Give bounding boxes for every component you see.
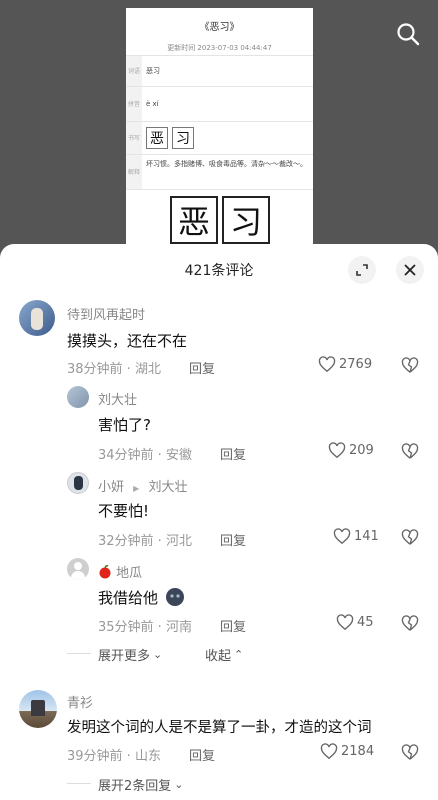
comment-meta: 39分钟前 · 山东 bbox=[67, 749, 161, 764]
doc-table: 词语 恶习 拼音 è xí 书写 恶 习 解释 坏习惯。多指赌博、吸食毒品等。清… bbox=[126, 55, 313, 190]
like-count: 209 bbox=[349, 443, 374, 458]
doc-title: 《恶习》 bbox=[199, 22, 240, 33]
avatar[interactable] bbox=[19, 690, 57, 728]
avatar[interactable] bbox=[67, 558, 89, 580]
black-face-emoji-icon bbox=[165, 588, 184, 606]
heart-icon bbox=[328, 442, 346, 459]
apple-icon bbox=[99, 565, 111, 579]
heart-icon bbox=[318, 356, 336, 373]
comment-username[interactable]: 待到风再起时 bbox=[67, 304, 145, 323]
broken-heart-icon[interactable] bbox=[401, 744, 419, 761]
reply-text: 不要怕! bbox=[98, 502, 150, 520]
doc-key: 书写 bbox=[126, 122, 142, 154]
doc-row-word: 词语 恶习 bbox=[126, 56, 313, 87]
char-box: 习 bbox=[172, 127, 194, 149]
collapse-label: 收起 bbox=[205, 649, 232, 664]
reply-target[interactable]: 刘大壮 bbox=[148, 480, 187, 495]
like-button[interactable]: 141 bbox=[333, 528, 379, 545]
close-button[interactable] bbox=[396, 256, 424, 284]
doc-value: 恶习 bbox=[146, 67, 160, 75]
chevron-down-icon: ⌄ bbox=[153, 648, 163, 661]
heart-icon bbox=[333, 528, 351, 545]
reply-button[interactable]: 回复 bbox=[189, 358, 215, 377]
divider bbox=[67, 653, 91, 654]
expand-replies-button[interactable]: 展开2条回复 ⌄ bbox=[98, 775, 184, 794]
comment-text: 发明这个词的人是不是算了一卦，才造的这个词 bbox=[67, 720, 372, 736]
play-arrow-icon: ▶ bbox=[133, 484, 140, 493]
heart-icon bbox=[336, 614, 354, 631]
broken-heart-icon[interactable] bbox=[401, 529, 419, 546]
like-button[interactable]: 209 bbox=[328, 442, 374, 459]
reply-username[interactable]: 刘大壮 bbox=[98, 389, 137, 408]
doc-value-chars: 恶 习 bbox=[142, 122, 313, 154]
reply-meta: 32分钟前 · 河北 bbox=[98, 534, 192, 549]
chevron-up-icon: ⌃ bbox=[234, 648, 244, 661]
comment-text: 摸摸头，还在不在 bbox=[67, 332, 188, 350]
like-count: 2769 bbox=[339, 357, 373, 372]
like-button[interactable]: 2184 bbox=[320, 743, 374, 760]
expand-more-label: 展开更多 bbox=[98, 649, 151, 664]
broken-heart-icon[interactable] bbox=[401, 357, 419, 374]
doc-key: 词语 bbox=[126, 56, 142, 86]
big-characters: 恶 习 bbox=[170, 196, 270, 244]
chevron-down-icon: ⌄ bbox=[174, 778, 184, 791]
doc-value: 坏习惯。多指赌博、吸食毒品等。清杂～～裁改～。 bbox=[146, 160, 307, 168]
expand-more-button[interactable]: 展开更多 ⌄ bbox=[98, 645, 162, 664]
doc-row-meaning: 解释 坏习惯。多指赌博、吸食毒品等。清杂～～裁改～。 bbox=[126, 155, 313, 190]
avatar[interactable] bbox=[19, 300, 55, 336]
char-box: 恶 bbox=[146, 127, 168, 149]
reply-button[interactable]: 回复 bbox=[189, 745, 215, 764]
video-background[interactable]: 《恶习》 更新时间 2023-07-03 04:44:47 词语 恶习 拼音 è… bbox=[0, 0, 438, 262]
like-count: 141 bbox=[354, 529, 379, 544]
dictionary-page: 《恶习》 更新时间 2023-07-03 04:44:47 词语 恶习 拼音 è… bbox=[126, 8, 313, 258]
doc-row-writing: 书写 恶 习 bbox=[126, 122, 313, 155]
reply-author[interactable]: 地瓜 bbox=[116, 566, 142, 581]
avatar[interactable] bbox=[67, 386, 89, 408]
heart-icon bbox=[320, 743, 338, 760]
reply-button[interactable]: 回复 bbox=[220, 444, 246, 463]
reply-button[interactable]: 回复 bbox=[220, 616, 246, 635]
reply-username[interactable]: 小妍 ▶ 刘大壮 bbox=[98, 476, 187, 495]
like-count: 2184 bbox=[341, 744, 375, 759]
reply-meta: 35分钟前 · 河南 bbox=[98, 620, 192, 635]
fullscreen-button[interactable] bbox=[348, 256, 376, 284]
close-icon bbox=[404, 264, 416, 276]
doc-key: 解释 bbox=[126, 155, 142, 189]
collapse-button[interactable]: 收起 ⌃ bbox=[205, 645, 243, 664]
broken-heart-icon[interactable] bbox=[401, 443, 419, 460]
reply-author[interactable]: 小妍 bbox=[98, 480, 124, 495]
search-icon[interactable] bbox=[396, 22, 420, 46]
expand-icon bbox=[356, 264, 368, 276]
divider bbox=[67, 783, 91, 784]
doc-value: è xí bbox=[146, 100, 159, 108]
big-char: 习 bbox=[222, 196, 270, 244]
expand-replies-label: 展开2条回复 bbox=[98, 779, 172, 794]
avatar[interactable] bbox=[67, 472, 89, 494]
big-char: 恶 bbox=[170, 196, 218, 244]
doc-row-pinyin: 拼音 è xí bbox=[126, 87, 313, 122]
reply-button[interactable]: 回复 bbox=[220, 530, 246, 549]
reply-text-content: 我借给他 bbox=[98, 589, 159, 607]
reply-text: 害怕了? bbox=[98, 416, 151, 434]
comment-username[interactable]: 青衫 bbox=[67, 692, 93, 711]
like-button[interactable]: 2769 bbox=[318, 356, 372, 373]
reply-meta: 34分钟前 · 安徽 bbox=[98, 448, 192, 463]
like-count: 45 bbox=[357, 615, 374, 630]
doc-key: 拼音 bbox=[126, 87, 142, 121]
comment-meta: 38分钟前 · 湖北 bbox=[67, 362, 161, 377]
reply-username[interactable]: 地瓜 bbox=[98, 562, 142, 581]
doc-update-time: 更新时间 2023-07-03 04:44:47 bbox=[167, 44, 272, 52]
like-button[interactable]: 45 bbox=[336, 614, 374, 631]
broken-heart-icon[interactable] bbox=[401, 615, 419, 632]
reply-text: 我借给他 bbox=[98, 587, 185, 608]
